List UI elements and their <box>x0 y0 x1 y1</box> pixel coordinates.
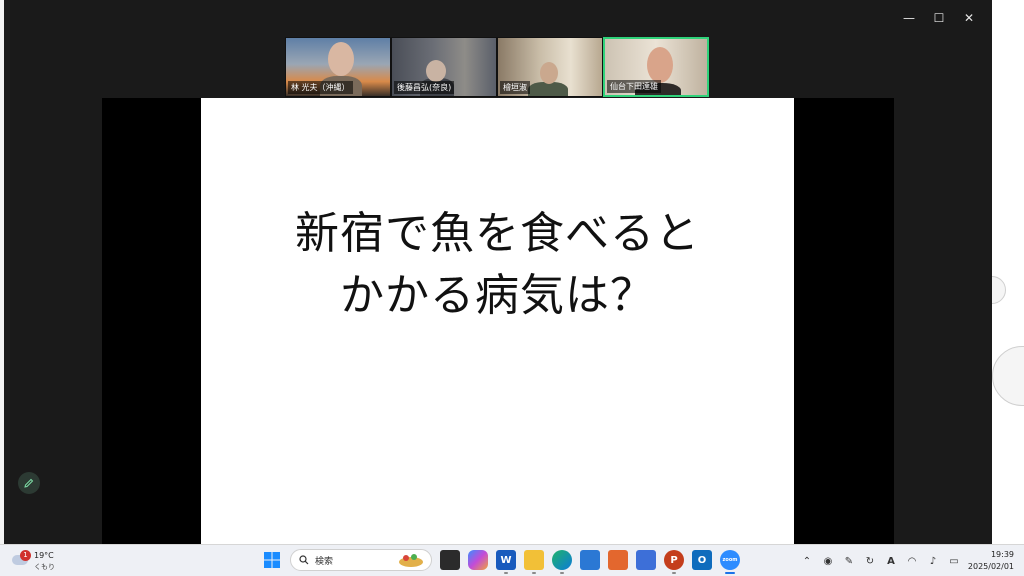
app-icon-orange[interactable] <box>608 550 628 570</box>
start-button[interactable] <box>262 550 282 570</box>
desktop: — ☐ ✕ 林 光夫（沖縄） 後藤昌弘(奈良) 檜垣淑 仙台下田達雄 新宿で魚を… <box>0 0 1024 576</box>
file-explorer-icon[interactable] <box>524 550 544 574</box>
clock-date: 2025/02/01 <box>967 562 1014 571</box>
participant-face <box>426 60 446 82</box>
pencil-icon <box>24 478 34 488</box>
edge-browser-icon[interactable] <box>552 550 572 574</box>
participant-name: 後藤昌弘(奈良) <box>394 81 455 94</box>
participant-face <box>647 47 673 83</box>
participant-tile-active-speaker[interactable]: 仙台下田達雄 <box>603 37 709 97</box>
participant-name: 仙台下田達雄 <box>607 80 661 93</box>
clock-time: 19:39 <box>990 550 1014 559</box>
tray-app-icon[interactable]: ◉ <box>821 554 835 568</box>
system-tray: ⌃ ◉ ✎ ↻ A ◠ ♪ ▭ <box>800 549 961 573</box>
maximize-button[interactable]: ☐ <box>924 8 954 28</box>
participant-name: 檜垣淑 <box>500 81 530 94</box>
pen-tray-icon[interactable]: ✎ <box>842 554 856 568</box>
chevron-up-icon[interactable]: ⌃ <box>800 554 814 568</box>
clock[interactable]: 19:39 2025/02/01 <box>968 549 1014 573</box>
battery-icon[interactable]: ▭ <box>947 554 961 568</box>
search-box[interactable]: 検索 <box>290 549 432 571</box>
weather-condition: くもり <box>34 563 55 571</box>
desktop-background-edge <box>978 0 1024 544</box>
notification-badge: 1 <box>20 550 31 561</box>
volume-icon[interactable]: ♪ <box>926 554 940 568</box>
powerpoint-icon[interactable]: P <box>664 550 684 574</box>
zoom-meeting-window: — ☐ ✕ 林 光夫（沖縄） 後藤昌弘(奈良) 檜垣淑 仙台下田達雄 新宿で魚を… <box>4 0 992 544</box>
wifi-icon[interactable]: ◠ <box>905 554 919 568</box>
windows-logo-icon <box>264 552 280 568</box>
taskbar-apps: 検索 W P O zoom <box>262 549 740 574</box>
tray-sync-icon[interactable]: ↻ <box>863 554 877 568</box>
minimize-button[interactable]: — <box>894 8 924 28</box>
task-view-button[interactable] <box>440 550 460 570</box>
word-icon[interactable]: W <box>496 550 516 574</box>
zoom-app-icon[interactable]: zoom <box>720 550 740 574</box>
ime-icon[interactable]: A <box>884 554 898 568</box>
search-label: 検索 <box>315 556 334 567</box>
participant-tile[interactable]: 林 光夫（沖縄） <box>285 37 391 97</box>
window-controls: — ☐ ✕ <box>894 8 984 28</box>
participant-video-strip: 林 光夫（沖縄） 後藤昌弘(奈良) 檜垣淑 仙台下田達雄 <box>285 37 712 97</box>
weather-widget[interactable]: 1 19°C くもり <box>10 548 70 574</box>
annotate-button[interactable] <box>18 472 40 494</box>
copilot-icon[interactable] <box>468 550 488 570</box>
search-icon <box>299 555 309 565</box>
search-highlight-icon <box>399 554 423 567</box>
slide-line-1: 新宿で魚を食べると <box>295 208 700 259</box>
slide-text: 新宿で魚を食べると かかる病気は？ <box>201 203 794 327</box>
outlook-icon[interactable]: O <box>692 550 712 570</box>
presentation-slide: 新宿で魚を食べると かかる病気は？ <box>201 98 794 544</box>
taskbar: 1 19°C くもり 検索 W P O zoom ⌃ ◉ ✎ ↻ A ◠ ♪ ▭… <box>0 544 1024 576</box>
participant-tile[interactable]: 檜垣淑 <box>497 37 603 97</box>
desktop-widget-circle-large <box>992 346 1024 406</box>
participant-name: 林 光夫（沖縄） <box>288 81 353 94</box>
slide-line-2: かかる病気は？ <box>340 270 655 321</box>
app-icon-blue[interactable] <box>636 550 656 570</box>
participant-tile[interactable]: 後藤昌弘(奈良) <box>391 37 497 97</box>
microsoft-store-icon[interactable] <box>580 550 600 570</box>
weather-temperature: 19°C <box>34 551 54 560</box>
participant-figure <box>528 82 568 96</box>
participant-face <box>328 42 354 76</box>
close-button[interactable]: ✕ <box>954 8 984 28</box>
participant-face <box>540 62 558 84</box>
screen-share-area: 新宿で魚を食べると かかる病気は？ <box>102 98 894 544</box>
